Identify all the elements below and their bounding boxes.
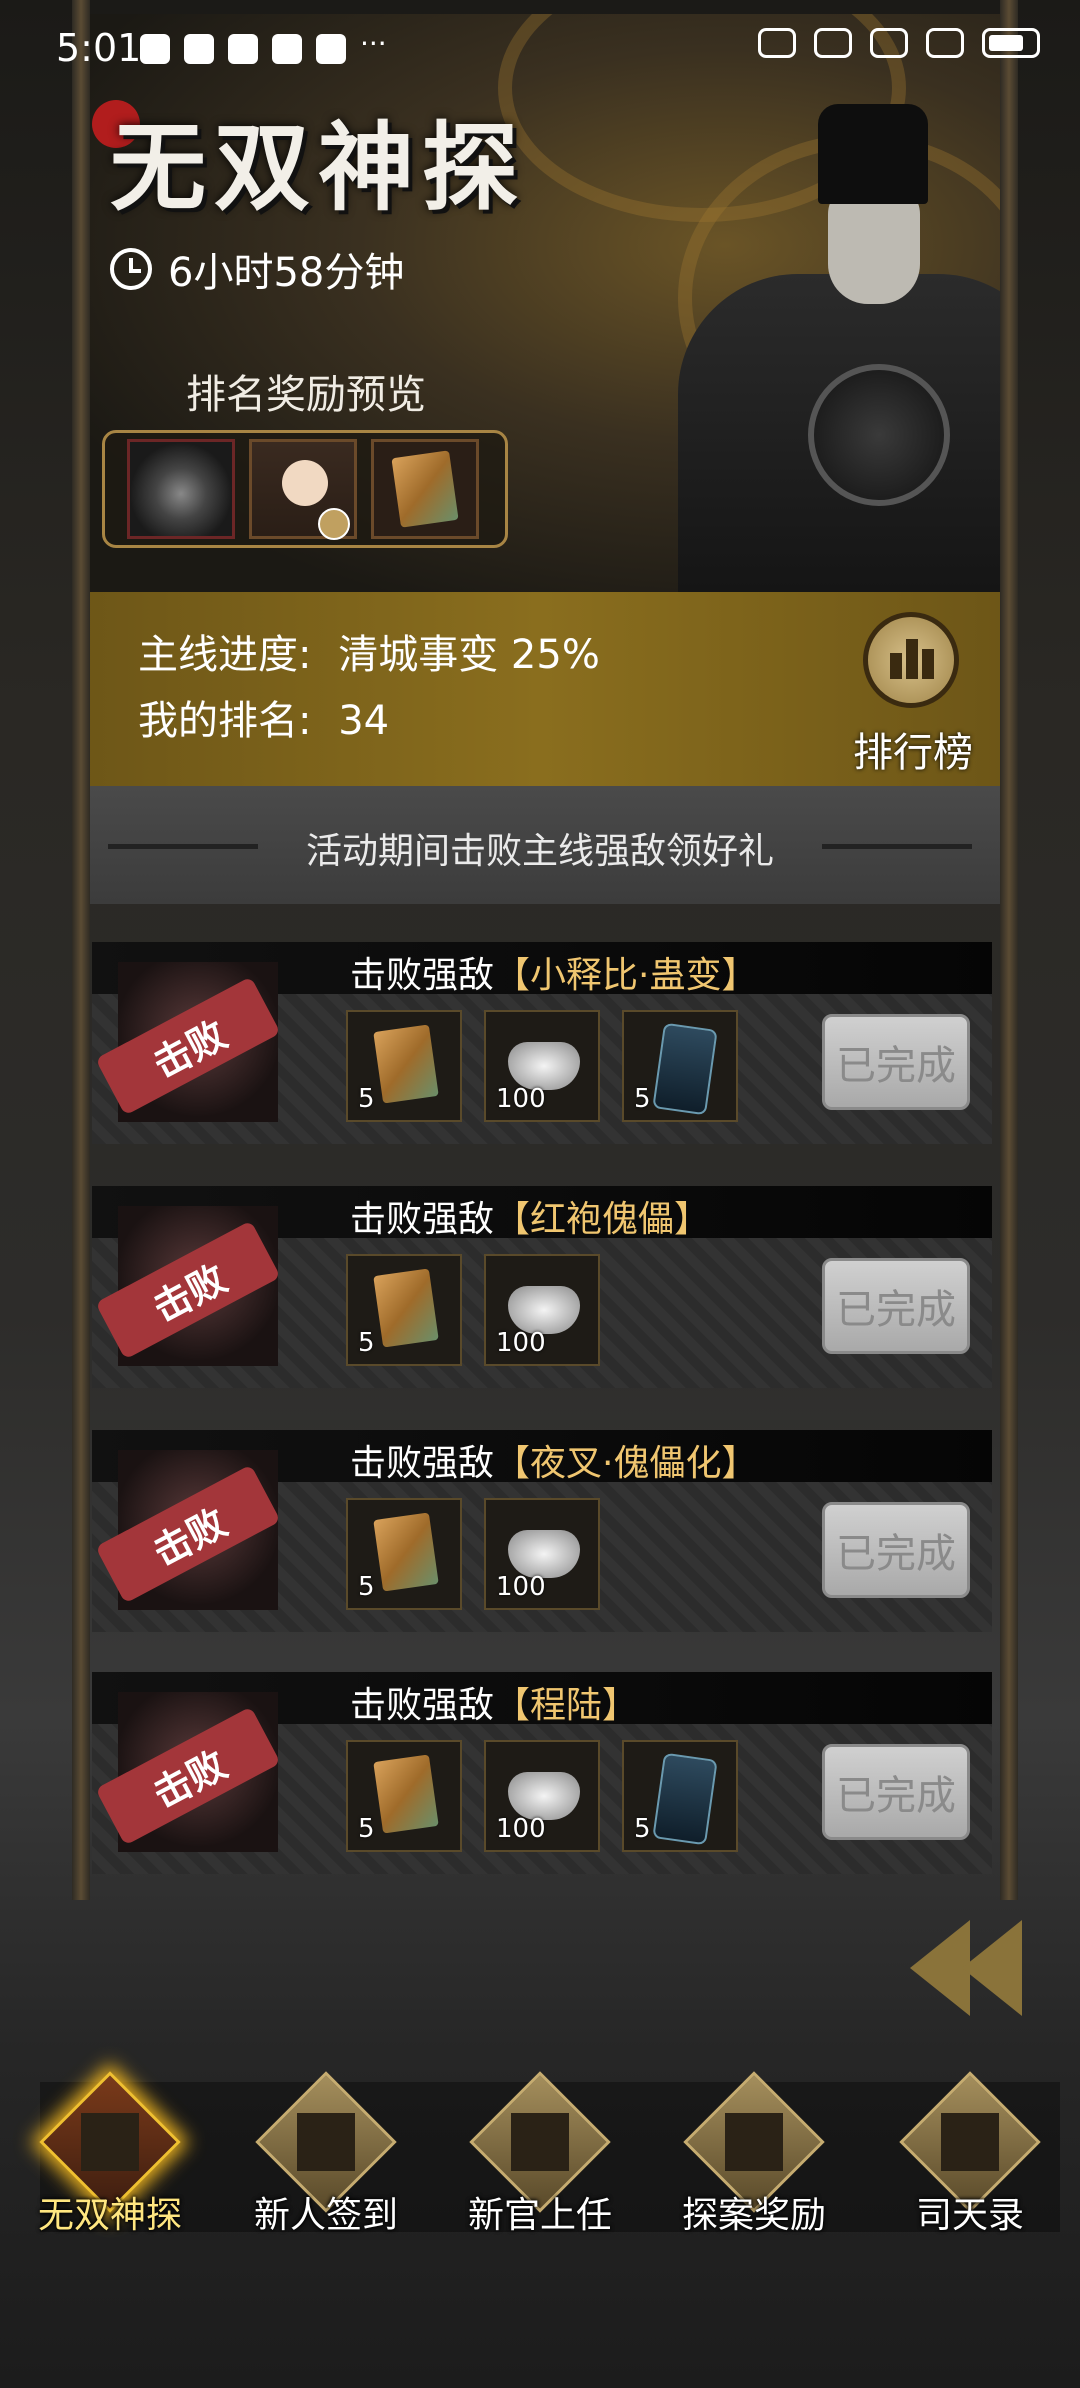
divider — [822, 844, 972, 849]
reward-book-icon[interactable]: 5 — [346, 1254, 462, 1366]
shield-icon — [184, 34, 214, 64]
nav-item-newbie-checkin[interactable]: 新人签到 — [236, 2071, 416, 2236]
eye-icon — [758, 28, 796, 58]
leaderboard-button[interactable]: 排行榜 — [838, 612, 988, 782]
enemy-name: 【小释比·蛊变】 — [494, 955, 758, 996]
completed-button[interactable]: 已完成 — [822, 1014, 970, 1110]
nav-label: 无双神探 — [37, 2195, 182, 2236]
leaderboard-icon — [863, 612, 959, 708]
enemy-task-row: 击败强敌【红袍傀儡】 击败 5 100 已完成 — [92, 1186, 992, 1396]
clock-icon — [110, 248, 152, 290]
mail-icon — [272, 34, 302, 64]
nav-label: 探案奖励 — [681, 2195, 826, 2236]
status-bar: 5:01 ··· — [0, 0, 1080, 100]
enemy-name: 【夜叉·傀儡化】 — [494, 1443, 758, 1484]
rank-value: 34 — [338, 698, 390, 744]
reward-qty: 100 — [496, 1572, 546, 1602]
frame-pillar-left — [72, 0, 90, 1900]
bottom-event-nav: 无双神探 新人签到 新官上任 探案奖励 司天录 — [0, 2071, 1080, 2236]
reward-list: 5 100 5 — [346, 1740, 738, 1852]
more-icon: ··· — [360, 27, 387, 60]
bulb-icon — [228, 34, 258, 64]
reward-qty: 5 — [634, 1084, 651, 1114]
countdown: 6小时58分钟 — [110, 240, 404, 298]
event-title: 无双神探 — [110, 111, 526, 224]
reward-silver-ingot-icon[interactable]: 100 — [484, 1740, 600, 1852]
mainline-progress: 主线进度: 清城事变 25% — [138, 622, 600, 680]
completed-button[interactable]: 已完成 — [822, 1258, 970, 1354]
enemy-task-row: 击败强敌【夜叉·傀儡化】 击败 5 100 已完成 — [92, 1430, 992, 1640]
reward-list: 5 100 — [346, 1498, 600, 1610]
nav-item-new-official[interactable]: 新官上任 — [450, 2071, 630, 2236]
progress-panel: 主线进度: 清城事变 25% 我的排名: 34 排行榜 — [78, 592, 1002, 786]
mainline-label: 主线进度: — [138, 632, 312, 678]
reward-qty: 100 — [496, 1328, 546, 1358]
task-title: 击败强敌【小释比·蛊变】 — [350, 955, 758, 996]
event-screen: 5:01 ··· 无双神探 6小时58分钟 排名奖励预览 主线进度: 清城事变 … — [0, 0, 1080, 2388]
reward-qty: 5 — [358, 1572, 375, 1602]
task-title: 击败强敌【夜叉·傀儡化】 — [350, 1443, 758, 1484]
frame-pillar-right — [1000, 0, 1018, 1900]
completed-button[interactable]: 已完成 — [822, 1744, 970, 1840]
nav-item-wushuang-detective[interactable]: 无双神探 — [20, 2071, 200, 2236]
reward-silver-ingot-icon[interactable]: 100 — [484, 1498, 600, 1610]
reward-qty: 5 — [358, 1328, 375, 1358]
reward-portrait-frame-icon[interactable] — [127, 439, 235, 539]
countdown-text: 6小时58分钟 — [168, 250, 405, 296]
section-header: 活动期间击败主线强敌领好礼 — [78, 786, 1002, 904]
reward-qty: 5 — [634, 1814, 651, 1844]
reward-book-icon[interactable]: 5 — [346, 1498, 462, 1610]
reward-silver-ingot-icon[interactable]: 100 — [484, 1254, 600, 1366]
nav-item-sitian-record[interactable]: 司天录 — [880, 2071, 1060, 2236]
nav-label: 司天录 — [915, 2195, 1024, 2236]
reward-token-icon[interactable]: 5 — [622, 1010, 738, 1122]
detective-character-art — [638, 74, 1002, 592]
reward-silver-ingot-icon[interactable]: 100 — [484, 1010, 600, 1122]
wifi-icon — [870, 28, 908, 58]
enemy-task-row: 击败强敌【小释比·蛊变】 击败 5 100 5 已完成 — [92, 942, 992, 1152]
nav-item-case-rewards[interactable]: 探案奖励 — [664, 2071, 844, 2236]
reward-qty: 100 — [496, 1084, 546, 1114]
reward-qty: 5 — [358, 1814, 375, 1844]
rank-label: 我的排名: — [138, 698, 312, 744]
notification-icons: ··· — [140, 27, 387, 64]
mail-icon — [140, 34, 170, 64]
globe-icon — [316, 34, 346, 64]
enemy-task-row: 击败强敌【程陆】 击败 5 100 5 已完成 — [92, 1672, 992, 1882]
task-title: 击败强敌【红袍傀儡】 — [350, 1199, 711, 1240]
mute-bell-icon — [814, 28, 852, 58]
reward-book-icon[interactable] — [371, 439, 479, 539]
reward-book-icon[interactable]: 5 — [346, 1010, 462, 1122]
reward-list: 5 100 5 — [346, 1010, 738, 1122]
signal-5g-icon — [926, 28, 964, 58]
mainline-value: 清城事变 25% — [338, 632, 600, 678]
system-icons — [758, 28, 1040, 58]
ranking-preview-label: 排名奖励预览 — [186, 372, 426, 418]
reward-character-avatar-icon[interactable] — [249, 439, 357, 540]
task-title: 击败强敌【程陆】 — [350, 1685, 639, 1726]
nav-label: 新官上任 — [467, 2195, 612, 2236]
my-rank: 我的排名: 34 — [138, 688, 389, 746]
reward-list: 5 100 — [346, 1254, 600, 1366]
enemy-name: 【红袍傀儡】 — [494, 1199, 711, 1240]
enemy-name: 【程陆】 — [494, 1685, 639, 1726]
reward-token-icon[interactable]: 5 — [622, 1740, 738, 1852]
battery-icon — [982, 28, 1040, 58]
reward-qty: 5 — [358, 1084, 375, 1114]
reward-qty: 100 — [496, 1814, 546, 1844]
reward-book-icon[interactable]: 5 — [346, 1740, 462, 1852]
leaderboard-label: 排行榜 — [853, 730, 973, 776]
collapse-arrow-icon[interactable] — [900, 1920, 1050, 2030]
nav-label: 新人签到 — [253, 2195, 398, 2236]
completed-button[interactable]: 已完成 — [822, 1502, 970, 1598]
status-time: 5:01 — [56, 26, 142, 70]
ranking-rewards-preview[interactable] — [102, 430, 508, 548]
